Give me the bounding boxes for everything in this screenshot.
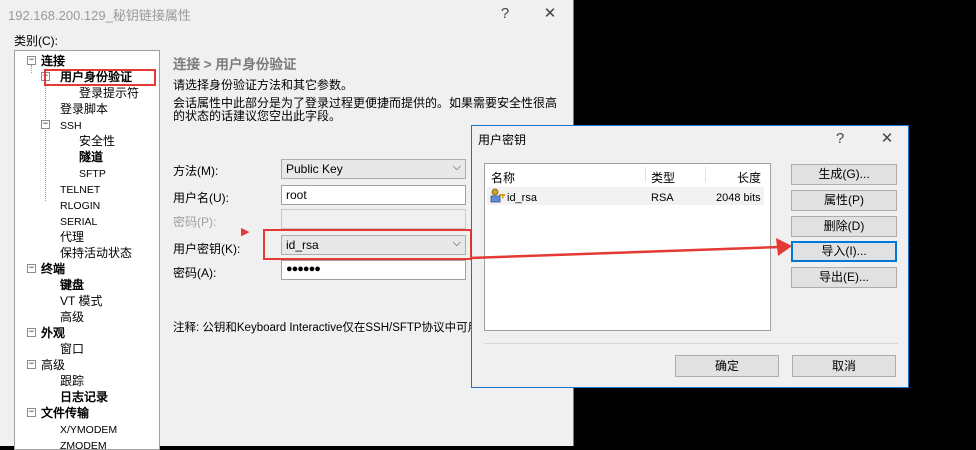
annotation-arrow xyxy=(469,238,792,260)
